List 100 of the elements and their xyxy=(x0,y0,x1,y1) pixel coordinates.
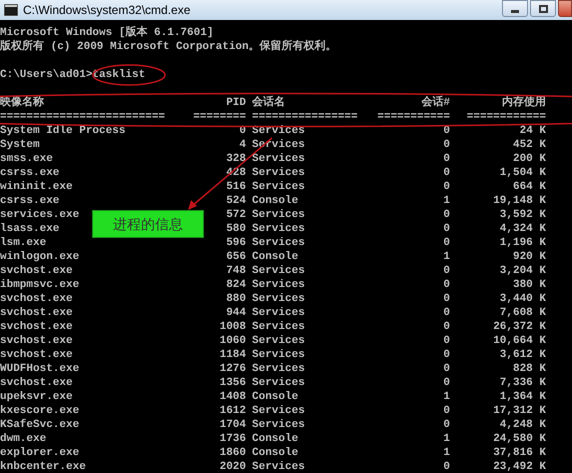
image-name-cell: ibmpmsvc.exe xyxy=(0,278,80,292)
separator-line: ================ xyxy=(252,110,358,124)
memory-cell: 920 K xyxy=(512,250,546,264)
image-name-cell: dwm.exe xyxy=(0,432,46,446)
minimize-icon xyxy=(511,10,519,12)
image-name-cell: svchost.exe xyxy=(0,306,73,320)
session-name-cell: Services xyxy=(252,404,305,418)
session-number-cell: 0 xyxy=(443,180,450,194)
session-number-cell: 0 xyxy=(443,362,450,376)
session-name-cell: Console xyxy=(252,194,298,208)
session-number-cell: 1 xyxy=(443,390,450,404)
memory-cell: 828 K xyxy=(512,362,546,376)
session-name-cell: Services xyxy=(252,418,305,432)
memory-cell: 10,664 K xyxy=(493,334,546,348)
session-name-cell: Services xyxy=(252,278,305,292)
memory-cell: 19,148 K xyxy=(493,194,546,208)
session-name-cell: Console xyxy=(252,390,298,404)
pid-cell: 524 xyxy=(226,194,246,208)
memory-cell: 380 K xyxy=(512,278,546,292)
pid-cell: 328 xyxy=(226,152,246,166)
image-name-cell: svchost.exe xyxy=(0,264,73,278)
pid-cell: 1356 xyxy=(220,376,246,390)
image-name-cell: winlogon.exe xyxy=(0,250,80,264)
pid-cell: 1704 xyxy=(220,418,246,432)
pid-cell: 880 xyxy=(226,292,246,306)
memory-cell: 664 K xyxy=(512,180,546,194)
session-number-cell: 0 xyxy=(443,208,450,222)
memory-cell: 1,504 K xyxy=(500,166,546,180)
session-number-cell: 0 xyxy=(443,124,450,138)
session-name-cell: Console xyxy=(252,446,298,460)
session-name-cell: Services xyxy=(252,348,305,362)
session-number-cell: 0 xyxy=(443,306,450,320)
image-name-cell: lsm.exe xyxy=(0,236,46,250)
pid-cell: 1060 xyxy=(220,334,246,348)
pid-cell: 4 xyxy=(239,138,246,152)
pid-cell: 1860 xyxy=(220,446,246,460)
pid-cell: 748 xyxy=(226,264,246,278)
image-name-cell: upeksvr.exe xyxy=(0,390,73,404)
session-number-cell: 1 xyxy=(443,432,450,446)
memory-cell: 4,324 K xyxy=(500,222,546,236)
image-name-cell: explorer.exe xyxy=(0,446,80,460)
session-name-cell: Services xyxy=(252,180,305,194)
memory-cell: 37,816 K xyxy=(493,446,546,460)
console-line: Microsoft Windows [版本 6.1.7601] xyxy=(0,26,214,40)
column-header: 映像名称 xyxy=(0,96,44,110)
session-number-cell: 1 xyxy=(443,250,450,264)
memory-cell: 23,492 K xyxy=(493,460,546,473)
image-name-cell: svchost.exe xyxy=(0,320,73,334)
separator-line: ======== xyxy=(193,110,246,124)
memory-cell: 1,364 K xyxy=(500,390,546,404)
console-icon xyxy=(4,4,18,16)
pid-cell: 1184 xyxy=(220,348,246,362)
session-number-cell: 0 xyxy=(443,278,450,292)
pid-cell: 1008 xyxy=(220,320,246,334)
pid-cell: 1408 xyxy=(220,390,246,404)
image-name-cell: System Idle Process xyxy=(0,124,126,138)
session-number-cell: 1 xyxy=(443,446,450,460)
close-button[interactable] xyxy=(558,0,572,17)
image-name-cell: lsass.exe xyxy=(0,222,60,236)
console-line: 版权所有 (c) 2009 Microsoft Corporation。保留所有权利。 xyxy=(0,40,337,54)
session-name-cell: Services xyxy=(252,320,305,334)
session-number-cell: 1 xyxy=(443,194,450,208)
memory-cell: 7,336 K xyxy=(500,376,546,390)
pid-cell: 824 xyxy=(226,278,246,292)
image-name-cell: svchost.exe xyxy=(0,292,73,306)
column-header: 内存使用 xyxy=(502,96,546,110)
session-name-cell: Services xyxy=(252,222,305,236)
memory-cell: 3,440 K xyxy=(500,292,546,306)
pid-cell: 516 xyxy=(226,180,246,194)
separator-line: ============ xyxy=(466,110,546,124)
pid-cell: 572 xyxy=(226,208,246,222)
session-name-cell: Services xyxy=(252,362,305,376)
image-name-cell: svchost.exe xyxy=(0,348,73,362)
image-name-cell: services.exe xyxy=(0,208,80,222)
maximize-button[interactable] xyxy=(530,0,556,17)
image-name-cell: knbcenter.exe xyxy=(0,460,86,473)
session-number-cell: 0 xyxy=(443,320,450,334)
pid-cell: 1736 xyxy=(220,432,246,446)
minimize-button[interactable] xyxy=(502,0,528,17)
image-name-cell: WUDFHost.exe xyxy=(0,362,80,376)
memory-cell: 200 K xyxy=(512,152,546,166)
session-name-cell: Services xyxy=(252,208,305,222)
memory-cell: 452 K xyxy=(512,138,546,152)
session-number-cell: 0 xyxy=(443,236,450,250)
image-name-cell: svchost.exe xyxy=(0,334,73,348)
memory-cell: 24,580 K xyxy=(493,432,546,446)
image-name-cell: kxescore.exe xyxy=(0,404,80,418)
session-number-cell: 0 xyxy=(443,138,450,152)
column-header: 会话# xyxy=(421,96,450,110)
column-header: PID xyxy=(226,96,246,110)
annotation-label: 进程的信息 xyxy=(92,210,204,238)
session-number-cell: 0 xyxy=(443,222,450,236)
session-name-cell: Services xyxy=(252,292,305,306)
session-name-cell: Services xyxy=(252,124,305,138)
session-name-cell: Services xyxy=(252,264,305,278)
session-name-cell: Services xyxy=(252,236,305,250)
memory-cell: 24 K xyxy=(520,124,546,138)
pid-cell: 1612 xyxy=(220,404,246,418)
session-name-cell: Services xyxy=(252,166,305,180)
memory-cell: 3,204 K xyxy=(500,264,546,278)
